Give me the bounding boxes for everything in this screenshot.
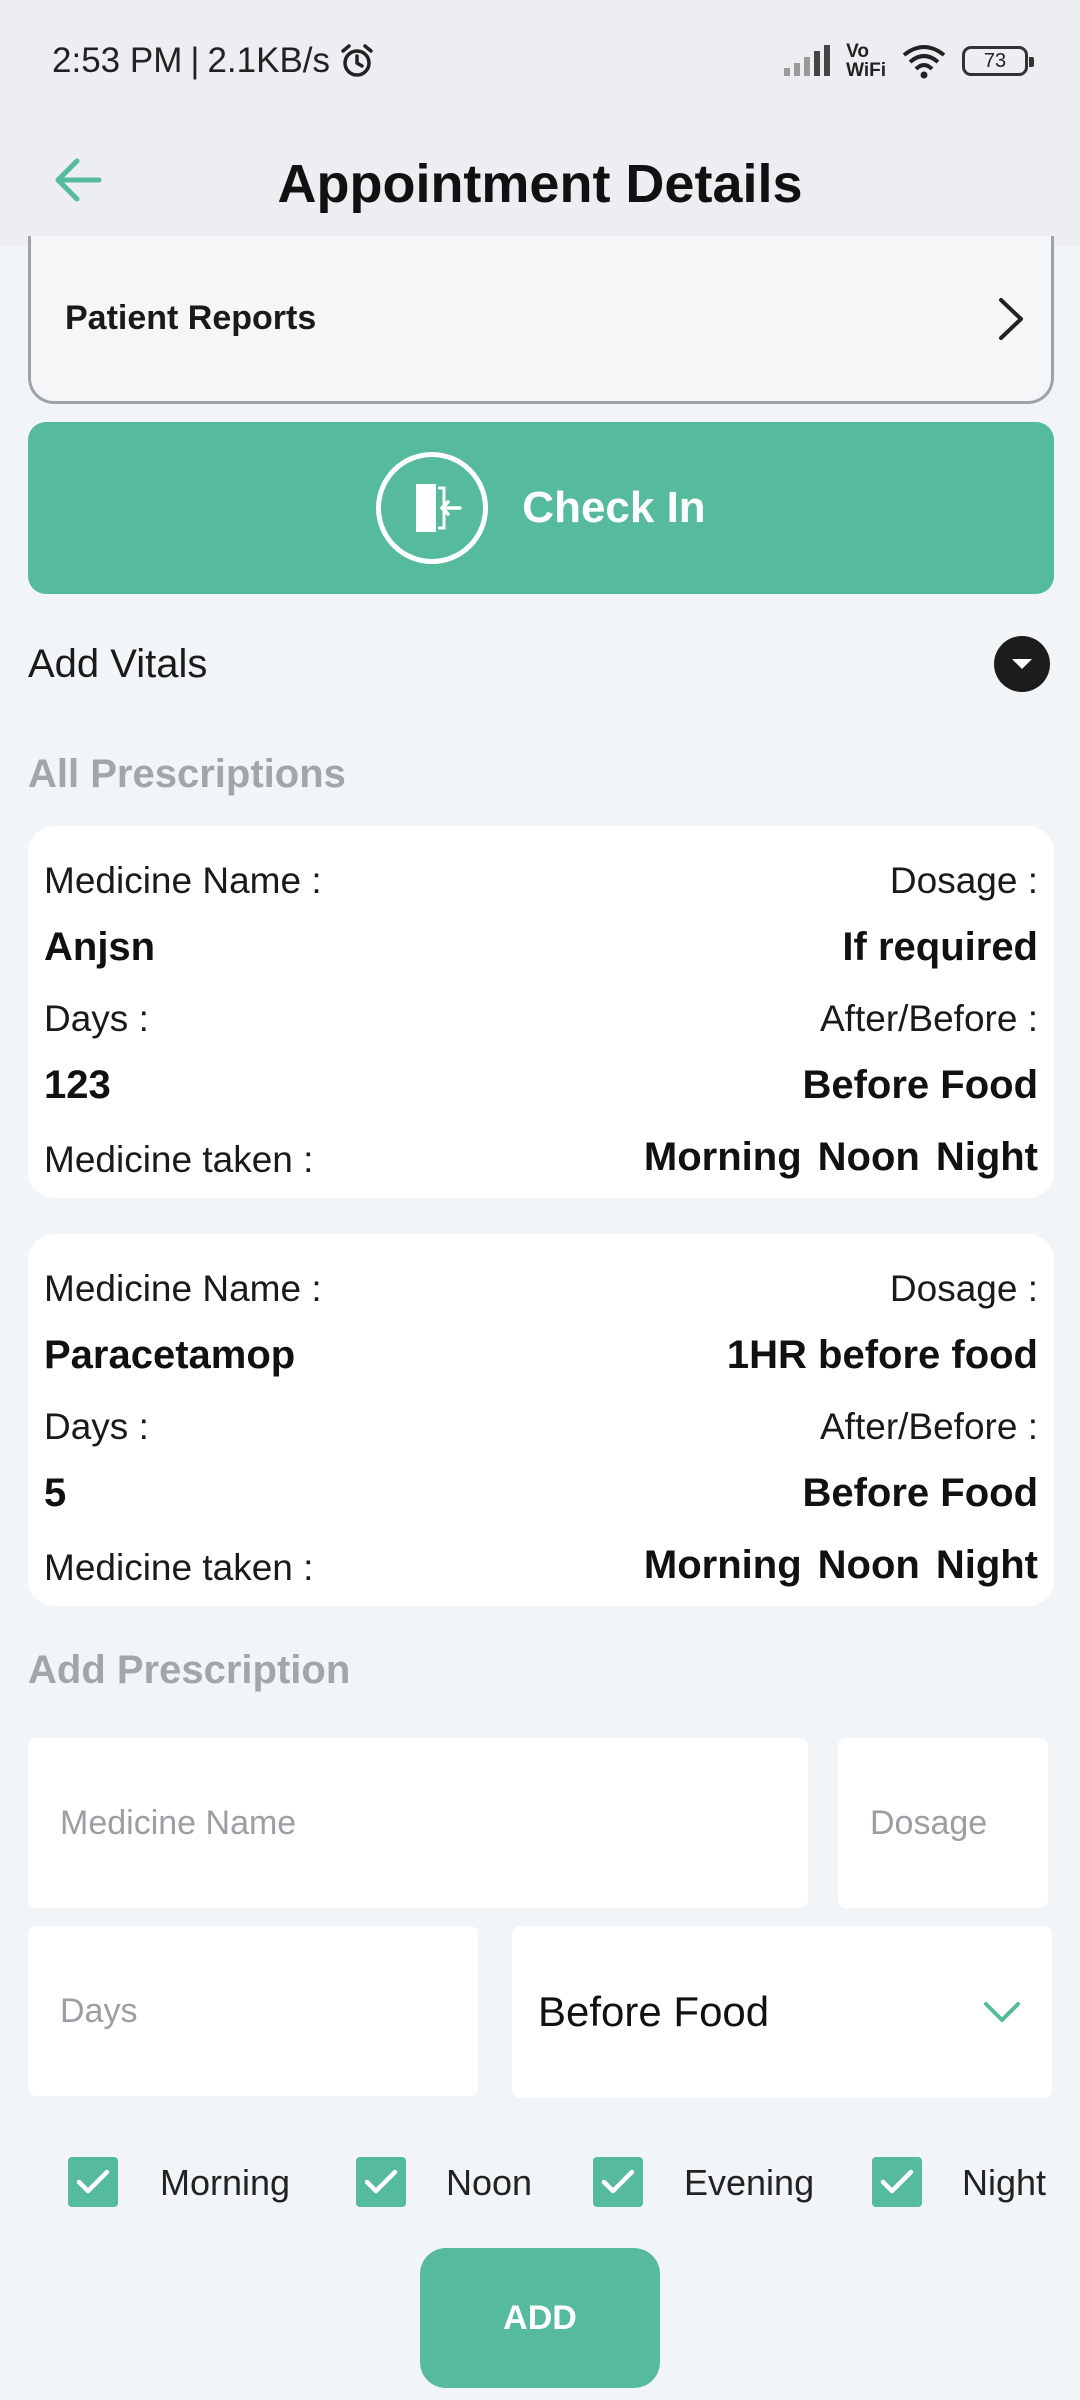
checkbox-noon[interactable] — [356, 2146, 406, 2218]
checkmark-icon — [872, 2157, 922, 2207]
add-vitals-label: Add Vitals — [28, 641, 208, 686]
medicine-name-value: Anjsn — [44, 925, 156, 969]
time-of-day-checkboxes: Morning Noon Evening Night — [0, 2146, 1080, 2218]
add-prescription-button[interactable]: ADD — [420, 2248, 660, 2388]
medicine-taken-values: Morning Noon Night — [644, 1124, 1038, 1196]
checkbox-evening[interactable] — [593, 2146, 643, 2218]
days-value: 123 — [44, 1063, 111, 1107]
checkbox-morning[interactable] — [68, 2146, 118, 2218]
rx-values-row: Paracetamop 1HR before food — [44, 1322, 1038, 1394]
rx-labels-row: Medicine Name : Dosage : — [44, 1256, 1038, 1322]
dosage-label: Dosage : — [889, 860, 1038, 901]
status-right: Vo WiFi 73 — [782, 42, 1034, 80]
checkbox-morning-label: Morning — [160, 2162, 291, 2203]
status-bar: 2:53 PM | 2.1KB/s Vo WiFi 73 — [0, 0, 1080, 122]
chevron-right-icon — [993, 296, 1027, 342]
rx-taken-row: Medicine taken : Morning Noon Night — [44, 1532, 1038, 1604]
rx-values-row: 5 Before Food — [44, 1460, 1038, 1532]
expand-vitals-button[interactable] — [994, 636, 1050, 692]
app-header: Appointment Details — [0, 122, 1080, 246]
checkmark-icon — [68, 2157, 118, 2207]
rx-labels-row: Days : After/Before : — [44, 1394, 1038, 1460]
medicine-name-label: Medicine Name : — [44, 860, 322, 901]
patient-reports-label: Patient Reports — [65, 299, 317, 337]
status-left: 2:53 PM | 2.1KB/s — [52, 41, 376, 81]
dosage-placeholder: Dosage — [870, 1803, 988, 1842]
dosage-input[interactable]: Dosage — [838, 1738, 1048, 1908]
battery-indicator: 73 — [962, 46, 1034, 76]
food-timing-select[interactable]: Before Food — [512, 1926, 1052, 2098]
checkbox-noon-label: Noon — [446, 2162, 533, 2203]
after-before-label: After/Before : — [820, 998, 1038, 1039]
vowifi-indicator: Vo WiFi — [846, 42, 886, 80]
medicine-name-input[interactable]: Medicine Name — [28, 1738, 808, 1908]
all-prescriptions-title: All Prescriptions — [28, 752, 346, 796]
taken-night: Night — [935, 1135, 1038, 1179]
taken-morning: Morning — [643, 1543, 802, 1587]
dosage-value: If required — [842, 925, 1038, 969]
rx-labels-row: Medicine Name : Dosage : — [44, 848, 1038, 914]
caret-down-icon — [1010, 657, 1034, 671]
check-in-icon — [376, 452, 489, 564]
rx-taken-row: Medicine taken : Morning Noon Night — [44, 1124, 1038, 1196]
days-value: 5 — [44, 1471, 67, 1515]
add-button-label: ADD — [503, 2298, 577, 2337]
checkmark-icon — [356, 2157, 406, 2207]
days-label: Days : — [44, 998, 149, 1039]
rx-values-row: 123 Before Food — [44, 1052, 1038, 1124]
chevron-down-icon — [982, 1999, 1022, 2025]
medicine-taken-values: Morning Noon Night — [644, 1532, 1038, 1604]
alarm-icon — [338, 42, 376, 80]
wifi-icon — [900, 43, 948, 79]
medicine-name-placeholder: Medicine Name — [60, 1803, 297, 1842]
food-timing-value: Before Food — [538, 1988, 770, 2035]
status-separator: | — [190, 41, 200, 80]
add-vitals-row[interactable]: Add Vitals — [28, 626, 1050, 702]
patient-reports-row[interactable]: Patient Reports — [28, 236, 1054, 404]
status-time: 2:53 PM — [52, 41, 183, 80]
check-in-label: Check In — [522, 483, 706, 532]
checkbox-night-label: Night — [962, 2162, 1047, 2203]
dosage-label: Dosage : — [889, 1268, 1038, 1309]
medicine-name-label: Medicine Name : — [44, 1268, 322, 1309]
taken-noon: Noon — [817, 1543, 920, 1587]
signal-icon — [782, 44, 832, 78]
page-title: Appointment Details — [277, 154, 803, 214]
after-before-value: Before Food — [802, 1471, 1038, 1515]
vo-label: Vo — [846, 41, 869, 62]
days-input[interactable]: Days — [28, 1926, 478, 2096]
after-before-label: After/Before : — [820, 1406, 1038, 1447]
medicine-taken-label: Medicine taken : — [44, 1139, 314, 1180]
checkbox-evening-label: Evening — [684, 2162, 815, 2203]
dosage-value: 1HR before food — [726, 1333, 1038, 1377]
days-label: Days : — [44, 1406, 149, 1447]
back-button[interactable] — [44, 146, 112, 214]
wifi-label: WiFi — [846, 60, 886, 81]
rx-values-row: Anjsn If required — [44, 914, 1038, 986]
prescription-card: Medicine Name : Dosage : Paracetamop 1HR… — [28, 1234, 1054, 1606]
rx-labels-row: Days : After/Before : — [44, 986, 1038, 1052]
days-placeholder: Days — [60, 1991, 138, 2030]
network-speed: 2.1KB/s — [207, 41, 331, 80]
checkmark-icon — [593, 2157, 643, 2207]
checkbox-night[interactable] — [872, 2146, 922, 2218]
medicine-name-value: Paracetamop — [44, 1333, 296, 1377]
prescription-card: Medicine Name : Dosage : Anjsn If requir… — [28, 826, 1054, 1198]
add-prescription-title: Add Prescription — [28, 1648, 351, 1692]
after-before-value: Before Food — [802, 1063, 1038, 1107]
battery-level: 73 — [983, 49, 1007, 72]
taken-night: Night — [935, 1543, 1038, 1587]
taken-morning: Morning — [643, 1135, 802, 1179]
check-in-button[interactable]: Check In — [28, 422, 1054, 594]
back-arrow-icon — [53, 157, 103, 203]
taken-noon: Noon — [817, 1135, 920, 1179]
medicine-taken-label: Medicine taken : — [44, 1547, 314, 1588]
